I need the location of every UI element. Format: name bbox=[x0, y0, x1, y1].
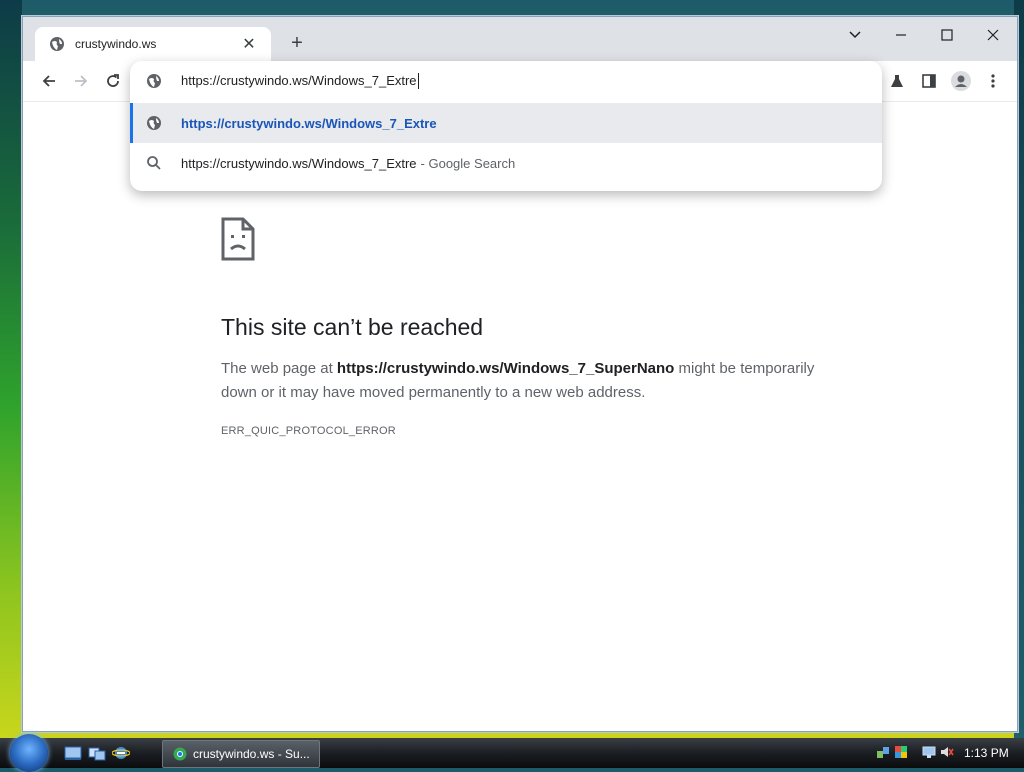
address-input[interactable]: https://crustywindo.ws/Windows_7_Extre bbox=[181, 73, 419, 90]
menu-button[interactable] bbox=[981, 69, 1005, 93]
internet-explorer-icon[interactable] bbox=[112, 745, 130, 761]
labs-button[interactable] bbox=[885, 69, 909, 93]
globe-icon bbox=[147, 116, 161, 130]
text-cursor bbox=[417, 73, 419, 90]
flask-icon bbox=[891, 75, 903, 87]
error-desc-prefix: The web page at bbox=[221, 360, 337, 377]
suggestion-url[interactable]: https://crustywindo.ws/Windows_7_Extre bbox=[130, 103, 882, 143]
close-icon bbox=[987, 29, 999, 41]
network-icon[interactable] bbox=[876, 745, 890, 759]
switch-windows-icon[interactable] bbox=[88, 745, 106, 761]
volume-muted-icon[interactable] bbox=[940, 745, 954, 759]
taskbar: crustywindo.ws - Su... 1:13 PM bbox=[0, 734, 1024, 772]
tab-title: crustywindo.ws bbox=[75, 37, 157, 51]
arrow-left-icon bbox=[42, 75, 55, 87]
side-panel-button[interactable] bbox=[917, 69, 941, 93]
browser-window: crustywindo.ws ✕ + https://crustywindo.w… bbox=[22, 16, 1018, 732]
minimize-icon bbox=[896, 34, 906, 36]
security-icon[interactable] bbox=[894, 745, 908, 759]
tab-search-button[interactable] bbox=[835, 21, 875, 49]
maximize-icon bbox=[941, 29, 953, 41]
start-button[interactable] bbox=[10, 734, 48, 772]
reload-button[interactable] bbox=[101, 69, 125, 93]
tab-active[interactable]: crustywindo.ws ✕ bbox=[35, 27, 271, 61]
error-desc-url: https://crustywindo.ws/Windows_7_SuperNa… bbox=[336, 360, 675, 377]
close-window-button[interactable] bbox=[973, 21, 1013, 49]
taskbar-browser-button[interactable]: crustywindo.ws - Su... bbox=[162, 740, 320, 768]
suggestion-search-suffix: - Google Search bbox=[420, 155, 516, 171]
error-code: ERR_QUIC_PROTOCOL_ERROR bbox=[221, 425, 396, 437]
desktop-background-left bbox=[0, 0, 22, 740]
profile-button[interactable] bbox=[949, 69, 973, 93]
taskbar-browser-label: crustywindo.ws - Su... bbox=[193, 747, 310, 761]
suggestion-url-text: https://crustywindo.ws/Windows_7_Extre bbox=[181, 115, 437, 131]
error-description: The web page at https://crustywindo.ws/W… bbox=[221, 357, 841, 405]
show-desktop-icon[interactable] bbox=[64, 745, 82, 761]
globe-icon bbox=[50, 37, 64, 51]
error-page: This site can’t be reached The web page … bbox=[221, 217, 841, 437]
maximize-button[interactable] bbox=[927, 21, 967, 49]
search-icon bbox=[147, 156, 161, 170]
back-button[interactable] bbox=[37, 69, 61, 93]
chrome-icon bbox=[173, 747, 187, 761]
display-icon[interactable] bbox=[922, 745, 936, 759]
suggestion-search-text: https://crustywindo.ws/Windows_7_Extre bbox=[181, 155, 417, 171]
reload-icon bbox=[107, 74, 119, 87]
avatar-icon bbox=[951, 71, 971, 91]
more-vert-icon bbox=[991, 74, 995, 88]
forward-button[interactable] bbox=[69, 69, 93, 93]
omnibox-dropdown: https://crustywindo.ws/Windows_7_Extre h… bbox=[130, 61, 882, 191]
sad-page-icon bbox=[221, 217, 255, 261]
address-bar[interactable]: https://crustywindo.ws/Windows_7_Extre bbox=[130, 61, 882, 101]
side-panel-icon bbox=[922, 74, 936, 88]
new-tab-button[interactable]: + bbox=[285, 31, 309, 55]
suggestion-search[interactable]: https://crustywindo.ws/Windows_7_Extre -… bbox=[130, 143, 882, 183]
error-heading: This site can’t be reached bbox=[221, 314, 484, 340]
arrow-right-icon bbox=[75, 75, 88, 87]
taskbar-clock[interactable]: 1:13 PM bbox=[964, 746, 1009, 760]
globe-icon bbox=[147, 74, 161, 88]
tab-close-icon[interactable]: ✕ bbox=[239, 34, 259, 54]
tab-strip: crustywindo.ws ✕ + bbox=[23, 17, 1017, 61]
chevron-down-icon bbox=[849, 31, 861, 39]
minimize-button[interactable] bbox=[881, 21, 921, 49]
